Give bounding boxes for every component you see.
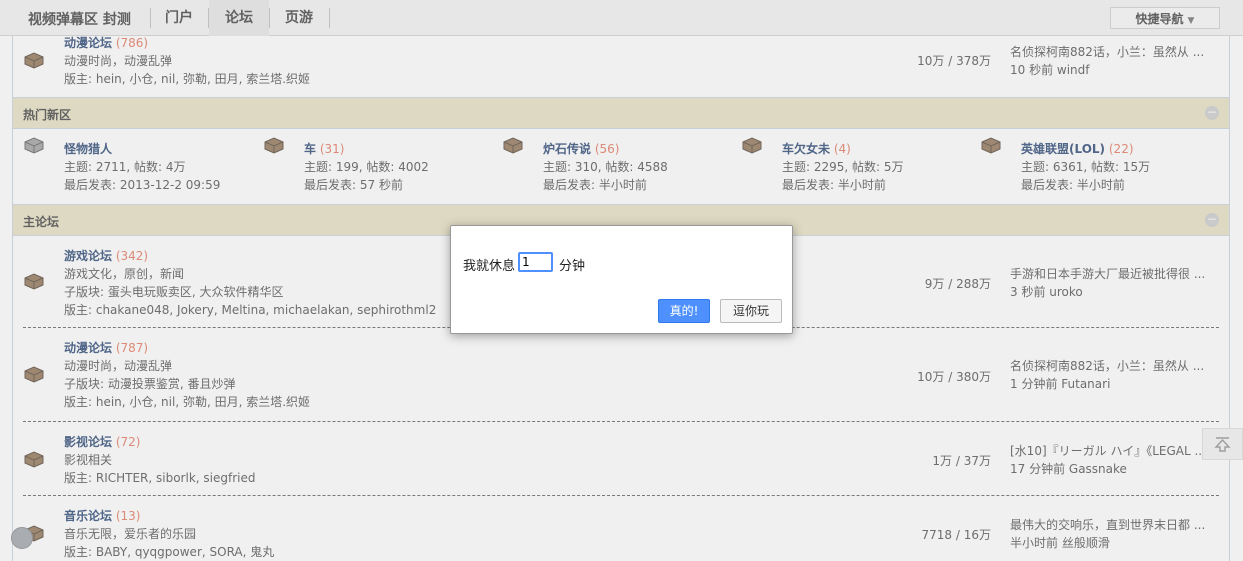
forum-page: 视频弹幕区 封测 门户 论坛 页游 快捷导航 ▼ 动漫论坛 (786) 动漫时尚，… (0, 0, 1243, 561)
dialog-message: 我就休息 (463, 259, 516, 274)
dialog-unit: 分钟 (559, 259, 586, 274)
confirm-button[interactable]: 真的! (658, 299, 710, 323)
rest-dialog: 我就休息 分钟 真的! 逗你玩 (450, 225, 793, 334)
cancel-button[interactable]: 逗你玩 (720, 299, 782, 323)
rest-minutes-input[interactable] (518, 252, 553, 272)
